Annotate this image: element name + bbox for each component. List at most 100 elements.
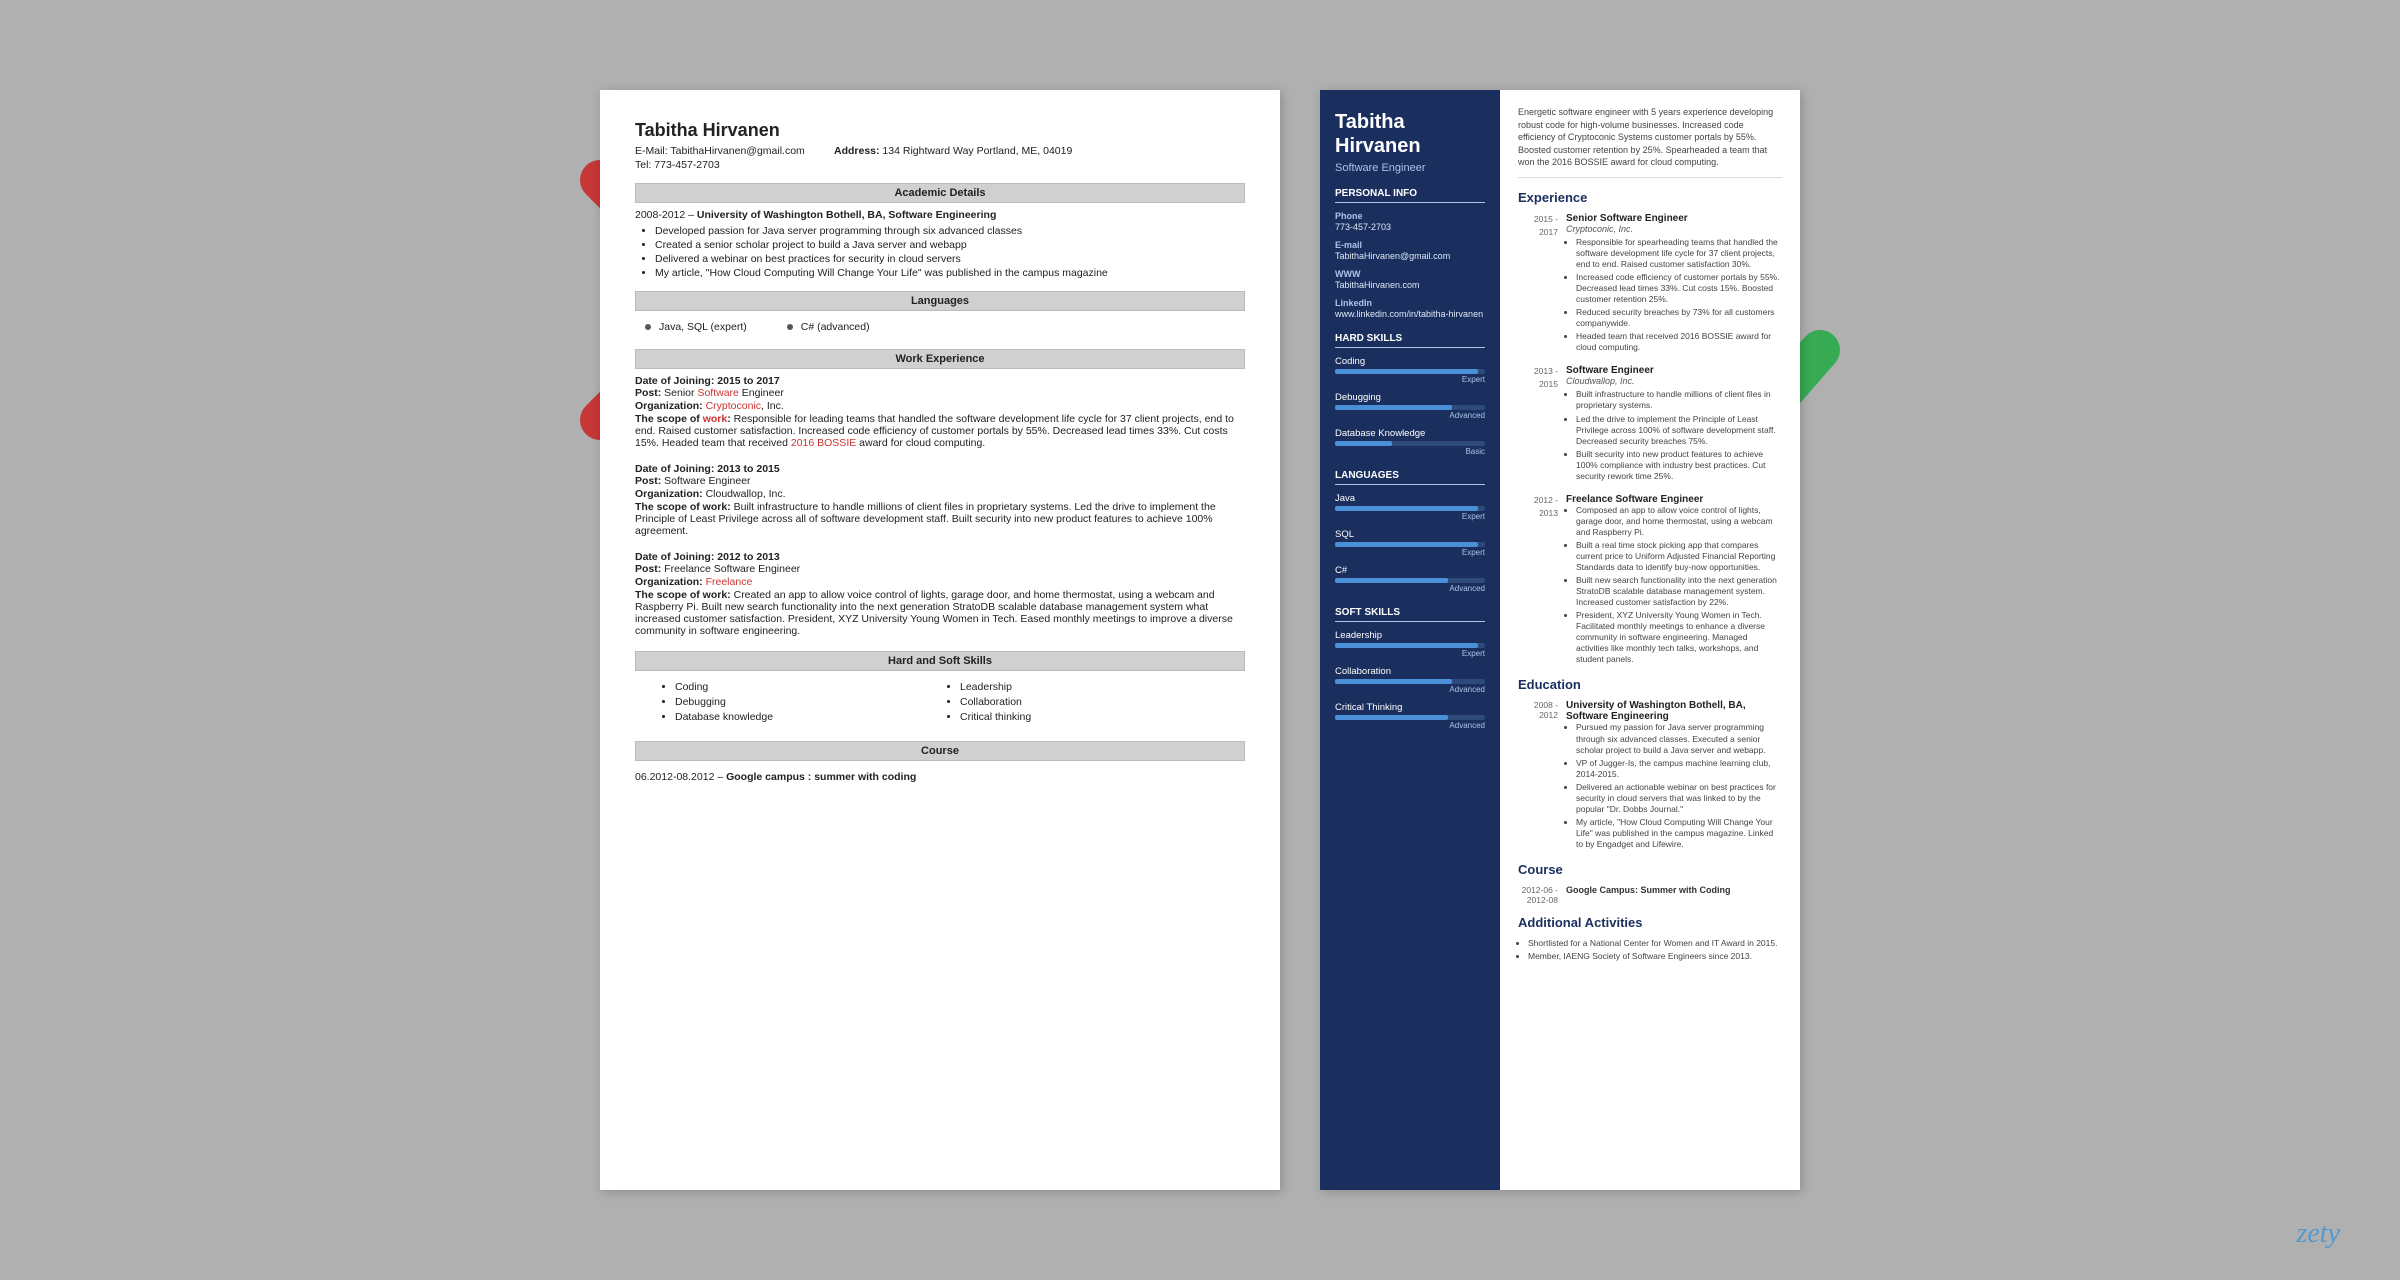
classic-email-line: E-Mail: TabithaHirvanen@gmail.com Addres…: [635, 145, 1245, 157]
skill-bar-bg: [1335, 369, 1485, 374]
skill-collaboration: Collaboration Advanced: [1335, 666, 1485, 694]
skill-bar-fill: [1335, 441, 1392, 446]
org-line-3: Organization: Freelance: [635, 576, 1245, 588]
hard-skills-list: Coding Expert Debugging Advanced: [1335, 356, 1485, 456]
www-label: WWW: [1335, 269, 1485, 279]
exp-content-2: Software Engineer Cloudwallop, Inc. Buil…: [1566, 365, 1782, 483]
languages-list: Java Expert SQL Expert C#: [1335, 493, 1485, 593]
lang2: C# (advanced): [787, 321, 870, 333]
edu-content-1: University of Washington Bothell, BA, So…: [1566, 700, 1782, 852]
lang-csharp: C# Advanced: [1335, 565, 1485, 593]
address-value: 134 Rightward Way Portland, ME, 04019: [882, 145, 1072, 157]
modern-resume-wrapper: TabithaHirvanen Software Engineer Person…: [1320, 90, 1800, 1190]
languages-title: Languages: [1335, 470, 1485, 485]
modern-summary: Energetic software engineer with 5 years…: [1518, 106, 1782, 178]
skill-item: Debugging: [675, 696, 940, 708]
classic-resume: Tabitha Hirvanen E-Mail: TabithaHirvanen…: [600, 90, 1280, 1190]
education-section-title: Education: [1518, 677, 1782, 692]
exp-title-2: Software Engineer: [1566, 365, 1782, 376]
exp-bullets-3: Composed an app to allow voice control o…: [1566, 505, 1782, 666]
linkedin-value: www.linkedin.com/in/tabitha-hirvanen: [1335, 309, 1485, 319]
edu-bullet: My article, "How Cloud Computing Will Ch…: [1576, 817, 1782, 850]
exp-title-1: Senior Software Engineer: [1566, 213, 1782, 224]
activities-list: Shortlisted for a National Center for Wo…: [1518, 938, 1782, 962]
skill-bar-bg: [1335, 441, 1485, 446]
skill-critical-thinking: Critical Thinking Advanced: [1335, 702, 1485, 730]
scope-2: The scope of work: Built infrastructure …: [635, 501, 1245, 537]
date-line-2: Date of Joining: 2013 to 2015: [635, 463, 1245, 475]
course-section-title: Course: [1518, 862, 1782, 877]
skills-section-header: Hard and Soft Skills: [635, 651, 1245, 671]
tel-label: Tel:: [635, 159, 651, 171]
skill-bar-fill: [1335, 369, 1478, 374]
email-item: E-mail TabithaHirvanen@gmail.com: [1335, 240, 1485, 261]
modern-sidebar: TabithaHirvanen Software Engineer Person…: [1320, 90, 1500, 1190]
email-label: E-Mail:: [635, 145, 668, 157]
academic-bullet: Developed passion for Java server progra…: [655, 225, 1245, 237]
date-line-1: Date of Joining: 2015 to 2017: [635, 375, 1245, 387]
post-line-3: Post: Freelance Software Engineer: [635, 563, 1245, 575]
skill-item: Leadership: [960, 681, 1225, 693]
exp-company-2: Cloudwallop, Inc.: [1566, 376, 1782, 386]
exp-content-1: Senior Software Engineer Cryptoconic, In…: [1566, 213, 1782, 355]
exp-bullet: Headed team that received 2016 BOSSIE aw…: [1576, 331, 1782, 353]
skill-item: Database knowledge: [675, 711, 940, 723]
skill-bar-fill: [1335, 405, 1452, 410]
academic-bullet: My article, "How Cloud Computing Will Ch…: [655, 267, 1245, 279]
activity-item: Shortlisted for a National Center for Wo…: [1528, 938, 1782, 949]
exp-bullet: Built a real time stock picking app that…: [1576, 540, 1782, 573]
academic-bullet: Created a senior scholar project to buil…: [655, 239, 1245, 251]
exp-entry-1: 2015 -2017 Senior Software Engineer Cryp…: [1518, 213, 1782, 355]
course-entry: 06.2012-08.2012 – Google campus : summer…: [635, 767, 1245, 787]
classic-resume-wrapper: Tabitha Hirvanen E-Mail: TabithaHirvanen…: [600, 90, 1280, 1190]
academic-bullet: Delivered a webinar on best practices fo…: [655, 253, 1245, 265]
edu-bullet: Pursued my passion for Java server progr…: [1576, 722, 1782, 755]
lang1: Java, SQL (expert): [645, 321, 747, 333]
org-line-1: Organization: Cryptoconic, Inc.: [635, 400, 1245, 412]
email-value: TabithaHirvanen@gmail.com: [670, 145, 804, 157]
activities-section-title: Additional Activities: [1518, 915, 1782, 930]
edu-bullets-1: Pursued my passion for Java server progr…: [1566, 722, 1782, 850]
soft-skills-list: Leadership Expert Collaboration Advanced: [1335, 630, 1485, 730]
exp-bullet: Built new search functionality into the …: [1576, 575, 1782, 608]
academic-entry: 2008-2012 – University of Washington Bot…: [635, 209, 1245, 221]
phone-item: Phone 773-457-2703: [1335, 211, 1485, 232]
org-line-2: Organization: Cloudwallop, Inc.: [635, 488, 1245, 500]
skill-item: Collaboration: [960, 696, 1225, 708]
scope-3: The scope of work: Created an app to all…: [635, 589, 1245, 637]
modern-main: Energetic software engineer with 5 years…: [1500, 90, 1800, 1190]
linkedin-item: LinkedIn www.linkedin.com/in/tabitha-hir…: [1335, 298, 1485, 319]
modern-title: Software Engineer: [1335, 162, 1485, 174]
date-line-3: Date of Joining: 2012 to 2013: [635, 551, 1245, 563]
exp-bullet: Built security into new product features…: [1576, 449, 1782, 482]
exp-dates-3: 2012 -2013: [1518, 494, 1558, 668]
edu-bullet: VP of Jugger-Is, the campus machine lear…: [1576, 758, 1782, 780]
skill-item: Critical thinking: [960, 711, 1225, 723]
skill-coding: Coding Expert: [1335, 356, 1485, 384]
linkedin-label: LinkedIn: [1335, 298, 1485, 308]
exp-bullet: Built infrastructure to handle millions …: [1576, 389, 1782, 411]
exp-bullet: Responsible for spearheading teams that …: [1576, 237, 1782, 270]
exp-bullet: Increased code efficiency of customer po…: [1576, 272, 1782, 305]
tel-value: 773-457-2703: [654, 159, 719, 171]
www-value: TabithaHirvanen.com: [1335, 280, 1485, 290]
skill-bar-bg: [1335, 405, 1485, 410]
activity-item: Member, IAENG Society of Software Engine…: [1528, 951, 1782, 962]
edu-entry-1: 2008 -2012 University of Washington Both…: [1518, 700, 1782, 852]
exp-content-3: Freelance Software Engineer Composed an …: [1566, 494, 1782, 668]
phone-value: 773-457-2703: [1335, 222, 1485, 232]
work-entry-1: Date of Joining: 2015 to 2017 Post: Seni…: [635, 375, 1245, 449]
phone-label: Phone: [1335, 211, 1485, 221]
exp-title-3: Freelance Software Engineer: [1566, 494, 1782, 505]
exp-bullet: Reduced security breaches by 73% for all…: [1576, 307, 1782, 329]
www-item: WWW TabithaHirvanen.com: [1335, 269, 1485, 290]
skill-item: Coding: [675, 681, 940, 693]
zety-watermark: zety: [2296, 1218, 2340, 1250]
personal-info-title: Personal Info: [1335, 188, 1485, 203]
exp-dates-2: 2013 -2015: [1518, 365, 1558, 483]
exp-entry-2: 2013 -2015 Software Engineer Cloudwallop…: [1518, 365, 1782, 483]
exp-bullet: President, XYZ University Young Women in…: [1576, 610, 1782, 665]
soft-skills-title: Soft Skills: [1335, 607, 1485, 622]
languages-row: Java, SQL (expert) C# (advanced): [635, 317, 1245, 337]
email-value-modern: TabithaHirvanen@gmail.com: [1335, 251, 1485, 261]
